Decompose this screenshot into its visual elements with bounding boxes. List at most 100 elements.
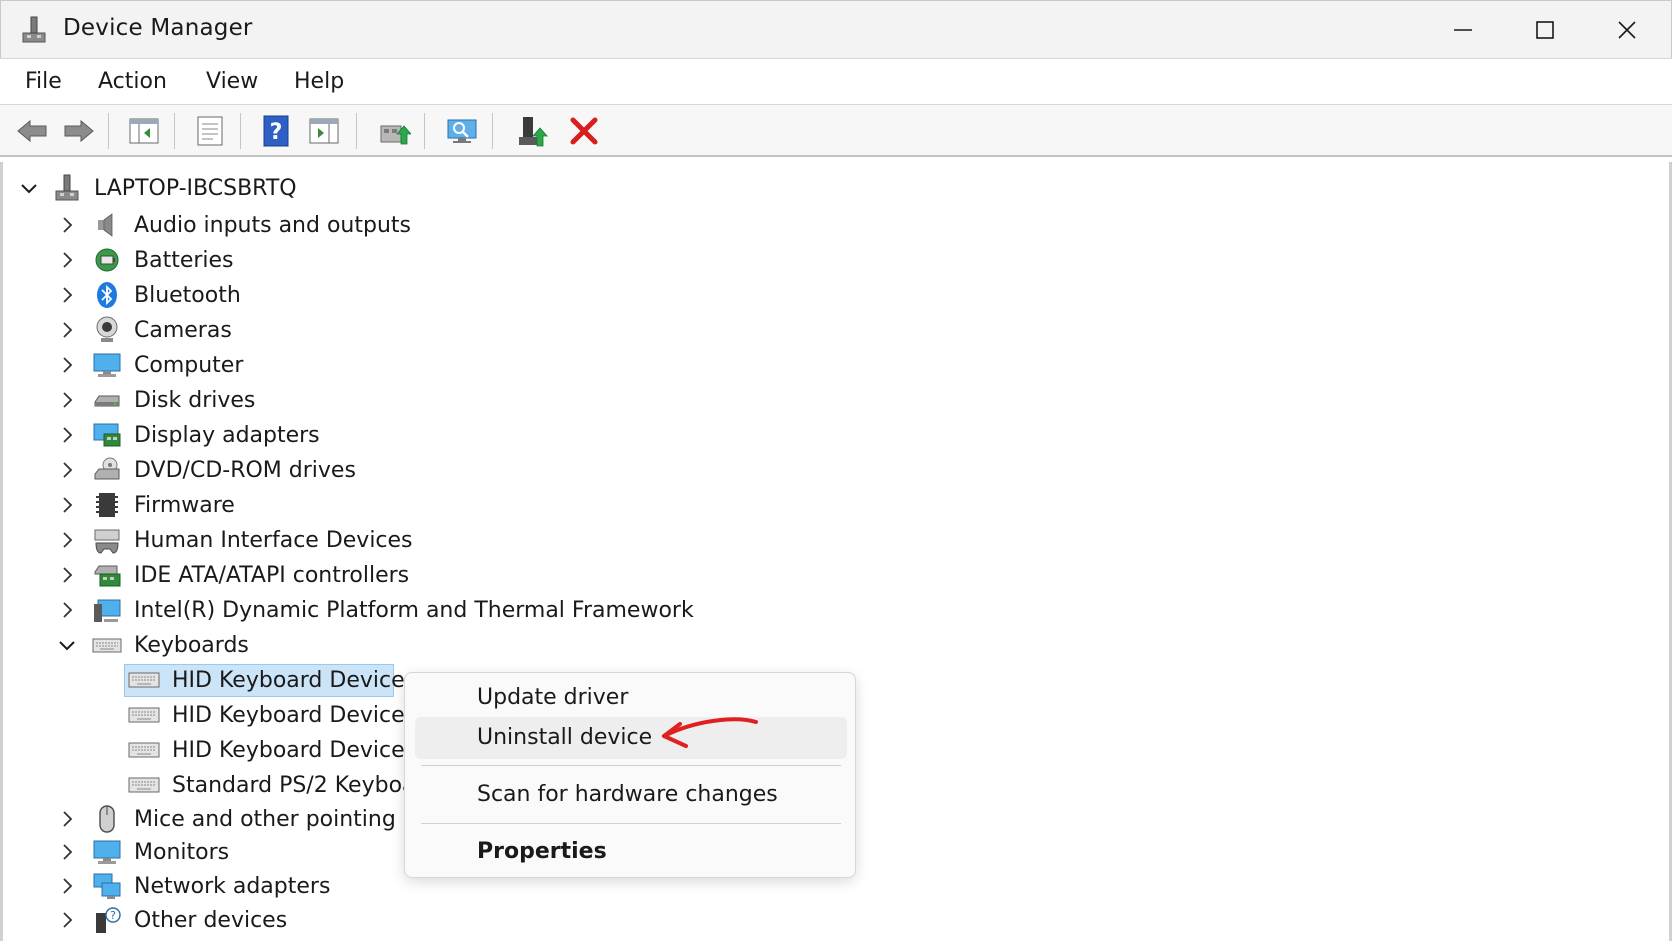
tree-category-keyboards[interactable]: Keyboards (56, 629, 249, 661)
tree-category-label: Computer (134, 352, 244, 378)
tree-device-hid-keyboard-1[interactable]: HID Keyboard Device (128, 664, 405, 696)
scan-hardware-button[interactable] (444, 113, 480, 149)
tree-device-label: HID Keyboard Device (172, 667, 405, 693)
tree-category-label: Other devices (134, 907, 288, 933)
context-menu-item-label: Update driver (477, 685, 629, 710)
chevron-right-icon[interactable] (56, 841, 78, 863)
tree-device-hid-keyboard-3[interactable]: HID Keyboard Device (128, 734, 405, 766)
tree-root-computer[interactable]: LAPTOP-IBCSBRTQ (18, 172, 297, 204)
chevron-down-icon[interactable] (56, 634, 78, 656)
minimize-icon (1454, 29, 1472, 31)
chevron-right-icon[interactable] (56, 808, 78, 830)
chevron-right-icon[interactable] (56, 494, 78, 516)
menu-help[interactable]: Help (294, 69, 344, 94)
chevron-right-icon[interactable] (56, 529, 78, 551)
bluetooth-icon (97, 282, 117, 308)
chevron-right-icon[interactable] (56, 459, 78, 481)
tree-category-display-adapters[interactable]: Display adapters (56, 419, 320, 451)
forward-icon (64, 119, 94, 143)
chevron-right-icon[interactable] (56, 424, 78, 446)
tree-category-network[interactable]: Network adapters (56, 870, 330, 902)
tree-category-hid[interactable]: Human Interface Devices (56, 524, 413, 556)
tree-category-firmware[interactable]: Firmware (56, 489, 235, 521)
show-hide-console-tree-icon (129, 118, 159, 144)
enable-device-button[interactable] (514, 113, 550, 149)
action-pane-button[interactable] (306, 113, 342, 149)
close-button[interactable] (1587, 1, 1667, 59)
minimize-button[interactable] (1423, 1, 1503, 59)
tree-category-label: IDE ATA/ATAPI controllers (134, 562, 410, 588)
disk-drive-icon (94, 395, 120, 407)
tree-category-bluetooth[interactable]: Bluetooth (56, 279, 241, 311)
tree-category-ide[interactable]: IDE ATA/ATAPI controllers (56, 559, 409, 591)
other-devices-icon: ? (96, 907, 121, 933)
tree-category-thermal-framework[interactable]: Intel(R) Dynamic Platform and Thermal Fr… (56, 594, 694, 626)
chevron-right-icon[interactable] (56, 319, 78, 341)
menu-action[interactable]: Action (98, 69, 167, 94)
context-menu-item-label: Uninstall device (477, 725, 653, 750)
computer-root-icon (55, 174, 79, 201)
update-driver-icon (380, 125, 411, 145)
tree-category-cameras[interactable]: Cameras (56, 314, 232, 346)
mouse-icon (99, 805, 115, 833)
chevron-right-icon[interactable] (56, 389, 78, 411)
chevron-right-icon[interactable] (56, 354, 78, 376)
svg-text:?: ? (270, 120, 283, 145)
menu-bar: File Action View Help (0, 58, 1672, 105)
tree-category-label: Keyboards (134, 632, 249, 658)
chevron-right-icon[interactable] (56, 909, 78, 931)
monitor-icon (93, 840, 121, 864)
network-adapter-icon (93, 873, 121, 899)
tree-category-monitors[interactable]: Monitors (56, 836, 229, 868)
maximize-icon (1536, 21, 1554, 39)
show-hide-console-tree-button[interactable] (126, 113, 162, 149)
keyboard-device-icon (128, 707, 160, 723)
display-adapter-icon (93, 423, 121, 447)
properties-button[interactable] (192, 113, 228, 149)
tree-root-label: LAPTOP-IBCSBRTQ (94, 175, 297, 201)
maximize-button[interactable] (1505, 1, 1585, 59)
title-bar: Device Manager (0, 0, 1672, 58)
tree-category-audio[interactable]: Audio inputs and outputs (56, 209, 411, 241)
update-driver-button[interactable] (376, 113, 412, 149)
action-pane-icon (309, 118, 339, 144)
help-icon: ? (263, 115, 289, 147)
tree-category-batteries[interactable]: Batteries (56, 244, 234, 276)
menu-file[interactable]: File (25, 69, 62, 94)
tree-category-computer[interactable]: Computer (56, 349, 243, 381)
svg-text:?: ? (110, 909, 116, 922)
chevron-right-icon[interactable] (56, 875, 78, 897)
camera-icon (96, 316, 118, 342)
tree-category-other-devices[interactable]: ? Other devices (56, 904, 287, 936)
back-button[interactable] (14, 113, 50, 149)
keyboard-icon (92, 638, 122, 653)
context-menu-properties[interactable]: Properties (415, 831, 847, 873)
tree-device-ps2-keyboard[interactable]: Standard PS/2 Keyboar (128, 769, 425, 801)
chevron-down-icon[interactable] (18, 177, 40, 199)
tree-device-hid-keyboard-2[interactable]: HID Keyboard Device (128, 699, 405, 731)
context-menu-update-driver[interactable]: Update driver (415, 677, 847, 719)
tree-device-label: HID Keyboard Device (172, 737, 405, 763)
uninstall-device-button[interactable] (566, 113, 602, 149)
chevron-right-icon[interactable] (56, 599, 78, 621)
tree-category-dvd-drives[interactable]: DVD/CD-ROM drives (56, 454, 356, 486)
help-button[interactable]: ? (258, 113, 294, 149)
tree-category-mice[interactable]: Mice and other pointing de (56, 803, 430, 835)
tree-category-label: Monitors (134, 839, 230, 865)
menu-view[interactable]: View (206, 69, 258, 94)
tree-category-label: Human Interface Devices (134, 527, 413, 553)
keyboard-device-icon (128, 672, 160, 688)
toolbar-separator (174, 113, 175, 149)
tree-category-disk-drives[interactable]: Disk drives (56, 384, 255, 416)
context-menu-item-label: Scan for hardware changes (477, 782, 778, 807)
chevron-right-icon[interactable] (56, 284, 78, 306)
context-menu-uninstall-device[interactable]: Uninstall device (415, 717, 847, 759)
tree-category-label: Disk drives (134, 387, 256, 413)
forward-button[interactable] (61, 113, 97, 149)
chevron-right-icon[interactable] (56, 564, 78, 586)
context-menu-scan-hardware[interactable]: Scan for hardware changes (415, 774, 847, 816)
tree-category-label: Cameras (134, 317, 232, 343)
chevron-right-icon[interactable] (56, 249, 78, 271)
chevron-right-icon[interactable] (56, 214, 78, 236)
firmware-icon (96, 493, 118, 517)
